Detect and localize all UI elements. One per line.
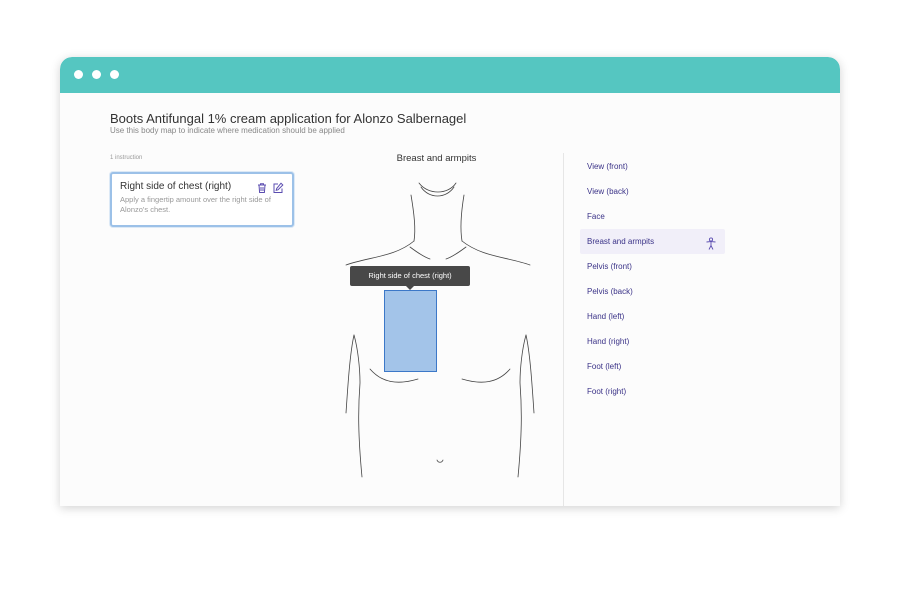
view-item-back[interactable]: View (back) [580, 179, 725, 204]
body-view-list: View (front) View (back) Face Breast and… [580, 154, 725, 404]
view-item-label: Foot (right) [587, 387, 627, 396]
window-titlebar [60, 57, 840, 93]
view-item-label: Hand (right) [587, 337, 630, 346]
page-subtitle: Use this body map to indicate where medi… [110, 126, 345, 135]
body-map-title: Breast and armpits [396, 153, 477, 164]
person-icon [705, 235, 717, 250]
trash-icon[interactable] [256, 181, 268, 193]
view-item-breast-armpits[interactable]: Breast and armpits [580, 229, 725, 254]
view-item-pelvis-back[interactable]: Pelvis (back) [580, 279, 725, 304]
edit-icon[interactable] [272, 181, 284, 193]
view-item-foot-right[interactable]: Foot (right) [580, 379, 725, 404]
page-title: Boots Antifungal 1% cream application fo… [110, 111, 467, 126]
instruction-card[interactable]: Right side of chest (right) Apply a fing… [110, 172, 294, 227]
panel-divider [563, 153, 564, 506]
view-item-label: Pelvis (back) [587, 287, 633, 296]
instruction-count: 1 instruction [110, 155, 143, 161]
view-item-hand-left[interactable]: Hand (left) [580, 304, 725, 329]
instruction-description: Apply a fingertip amount over the right … [120, 195, 271, 214]
view-item-hand-right[interactable]: Hand (right) [580, 329, 725, 354]
body-outline [345, 182, 535, 478]
view-item-label: View (back) [587, 187, 629, 196]
app-window: Boots Antifungal 1% cream application fo… [60, 57, 840, 506]
window-dot-icon[interactable] [92, 70, 101, 79]
highlight-area-right-chest[interactable] [384, 290, 437, 372]
window-dot-icon[interactable] [110, 70, 119, 79]
view-item-label: View (front) [587, 162, 628, 171]
area-tooltip: Right side of chest (right) [350, 266, 470, 286]
view-item-face[interactable]: Face [580, 204, 725, 229]
instruction-title: Right side of chest (right) [120, 181, 232, 192]
view-item-label: Face [587, 212, 605, 221]
view-item-foot-left[interactable]: Foot (left) [580, 354, 725, 379]
view-item-label: Foot (left) [587, 362, 622, 371]
view-item-front[interactable]: View (front) [580, 154, 725, 179]
view-item-label: Pelvis (front) [587, 262, 632, 271]
view-item-pelvis-front[interactable]: Pelvis (front) [580, 254, 725, 279]
view-item-label: Hand (left) [587, 312, 625, 321]
main-content: Boots Antifungal 1% cream application fo… [60, 93, 840, 506]
view-item-label: Breast and armpits [587, 237, 655, 246]
window-dot-icon[interactable] [74, 70, 83, 79]
